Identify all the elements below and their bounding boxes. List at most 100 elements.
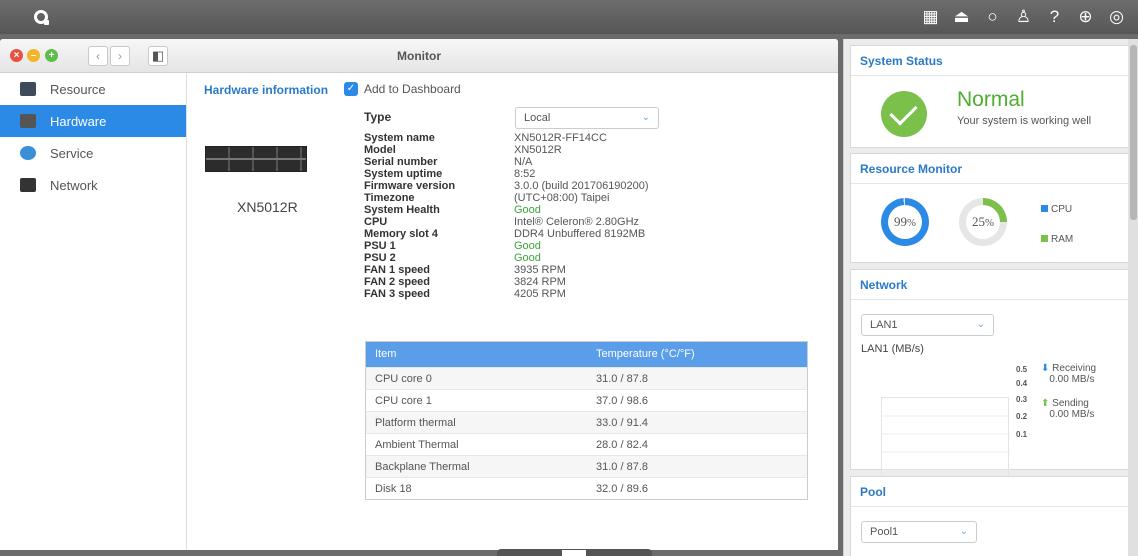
info-key: FAN 1 speed — [364, 264, 431, 276]
info-row: Timezone (UTC+08:00) Taipei — [364, 192, 649, 204]
sending-value: 0.00 MB/s — [1049, 409, 1095, 420]
card-title: Resource Monitor — [851, 154, 1128, 184]
info-value: N/A — [514, 156, 533, 168]
sidebar-item-service[interactable]: Service — [0, 137, 186, 169]
table-row[interactable]: Platform thermal 33.0 / 91.4 — [366, 411, 807, 433]
info-key: FAN 3 speed — [364, 288, 431, 300]
cpu-percent: 99 — [893, 214, 907, 229]
cell-item: CPU core 1 — [375, 395, 432, 407]
info-key: Timezone — [364, 192, 415, 204]
cell-temperature: 31.0 / 87.8 — [596, 461, 648, 473]
info-value: DDR4 Unbuffered 8192MB — [514, 228, 646, 240]
type-select-value: Local — [524, 112, 551, 124]
info-key: Memory slot 4 — [364, 228, 438, 240]
info-value: Good — [514, 240, 541, 252]
pool-value: Pool1 — [870, 526, 899, 538]
interface-value: LAN1 — [870, 319, 898, 331]
globe-icon[interactable]: ⊕ — [1070, 6, 1101, 28]
table-row[interactable]: Disk 18 32.0 / 89.6 — [366, 477, 807, 499]
info-row: System uptime 8:52 — [364, 168, 649, 180]
cell-temperature: 37.0 / 98.6 — [596, 395, 648, 407]
table-row[interactable]: CPU core 0 31.0 / 87.8 — [366, 367, 807, 389]
resource-monitor-card: Resource Monitor 99% 25% CPU RAM — [850, 153, 1129, 263]
interface-select[interactable]: LAN1 ⌄ — [861, 314, 994, 336]
cell-temperature: 32.0 / 89.6 — [596, 483, 648, 495]
help-icon[interactable]: ? — [1039, 6, 1070, 28]
monitor-window: × – + ‹ › ◧ Monitor Resource Hardware Se… — [0, 39, 838, 550]
info-row: FAN 1 speed 3935 RPM — [364, 264, 649, 276]
checkmark-icon — [881, 91, 927, 137]
sidebar-item-label: Network — [50, 177, 98, 193]
info-key: Firmware version — [364, 180, 456, 192]
receiving-value: 0.00 MB/s — [1049, 374, 1095, 385]
cell-temperature: 28.0 / 82.4 — [596, 439, 648, 451]
dock-handle[interactable] — [497, 549, 652, 556]
sidebar-item-label: Hardware — [50, 113, 107, 129]
card-title: Pool — [851, 477, 1128, 507]
info-value: XN5012R — [514, 144, 562, 156]
table-header: Item Temperature (°C/°F) — [366, 342, 807, 367]
sending-stat: ⬆ Sending 0.00 MB/s — [1041, 398, 1094, 420]
device-model-name: XN5012R — [237, 199, 298, 215]
table-row[interactable]: CPU core 1 37.0 / 98.6 — [366, 389, 807, 411]
type-select[interactable]: Local ⌄ — [515, 107, 659, 129]
chevron-down-icon: ⌄ — [641, 112, 650, 123]
notification-icon[interactable]: ⏏ — [946, 6, 977, 28]
add-dashboard-label: Add to Dashboard — [364, 82, 461, 96]
apps-icon[interactable]: ▦ — [915, 6, 946, 28]
top-bar: ▦ ⏏ ○ ♙ ? ⊕ ◎ — [0, 0, 1138, 34]
window-titlebar: × – + ‹ › ◧ Monitor — [0, 39, 838, 73]
temperature-table: Item Temperature (°C/°F) CPU core 0 31.0 /… — [365, 341, 808, 500]
info-value: 4205 RPM — [514, 288, 566, 300]
dashboard-icon[interactable]: ◎ — [1101, 6, 1132, 28]
sidebar-item-network[interactable]: Network — [0, 169, 186, 201]
resource-icon — [20, 82, 36, 96]
y-tick: 0.2 — [1016, 412, 1028, 421]
nas-device-image — [205, 146, 307, 172]
info-row: PSU 1 Good — [364, 240, 649, 252]
network-unit-label: LAN1 (MB/s) — [861, 343, 924, 355]
add-dashboard-checkbox[interactable]: ✓ Add to Dashboard — [344, 82, 461, 96]
search-icon[interactable]: ○ — [977, 6, 1008, 28]
top-icons: ▦ ⏏ ○ ♙ ? ⊕ ◎ — [915, 6, 1132, 28]
table-row[interactable]: Ambient Thermal 28.0 / 82.4 — [366, 433, 807, 455]
legend-label: CPU — [1051, 204, 1073, 215]
network-card: Network LAN1 ⌄ LAN1 (MB/s) 0.5 0.4 0.3 0.… — [850, 269, 1129, 485]
info-key: System uptime — [364, 168, 443, 180]
column-header-item[interactable]: Item — [366, 342, 586, 367]
arrow-up-icon: ⬆ — [1041, 398, 1050, 409]
cell-item: Ambient Thermal — [375, 439, 459, 451]
sidebar-item-label: Service — [50, 145, 94, 161]
service-icon — [20, 146, 36, 160]
hardware-content: Hardware information ✓ Add to Dashboard X… — [187, 73, 838, 550]
panel-scrollbar[interactable] — [1128, 39, 1138, 556]
info-row: Model XN5012R — [364, 144, 649, 156]
network-chart — [881, 397, 1011, 485]
info-key: FAN 2 speed — [364, 276, 431, 288]
sidebar: Resource Hardware Service Network — [0, 73, 187, 550]
info-row: PSU 2 Good — [364, 252, 649, 264]
info-row: FAN 2 speed 3824 RPM — [364, 276, 649, 288]
info-value: 8:52 — [514, 168, 536, 180]
info-row: FAN 3 speed 4205 RPM — [364, 288, 649, 300]
y-tick: 0.5 — [1016, 365, 1028, 374]
cpu-legend: CPU — [1041, 204, 1072, 215]
sidebar-item-resource[interactable]: Resource — [0, 73, 186, 105]
system-status-card: System Status Normal Your system is work… — [850, 45, 1129, 148]
user-icon[interactable]: ♙ — [1008, 6, 1039, 28]
pool-select[interactable]: Pool1 ⌄ — [861, 521, 977, 543]
info-value: XN5012R-FF14CC — [514, 132, 607, 144]
table-row[interactable]: Backplane Thermal 31.0 / 87.8 — [366, 455, 807, 477]
cell-item: Backplane Thermal — [375, 461, 470, 473]
info-row: System Health Good — [364, 204, 649, 216]
chevron-down-icon: ⌄ — [959, 526, 968, 537]
qnap-logo-icon[interactable] — [34, 10, 49, 25]
scrollbar-thumb[interactable] — [1130, 45, 1137, 220]
sidebar-item-hardware[interactable]: Hardware — [0, 105, 186, 137]
info-key: PSU 1 — [364, 240, 396, 252]
info-row: Memory slot 4 DDR4 Unbuffered 8192MB — [364, 228, 649, 240]
info-value: 3.0.0 (build 201706190200) — [514, 180, 649, 192]
sidebar-item-label: Resource — [50, 81, 106, 97]
column-header-temperature[interactable]: Temperature (°C/°F) — [586, 342, 695, 367]
info-key: CPU — [364, 216, 388, 228]
